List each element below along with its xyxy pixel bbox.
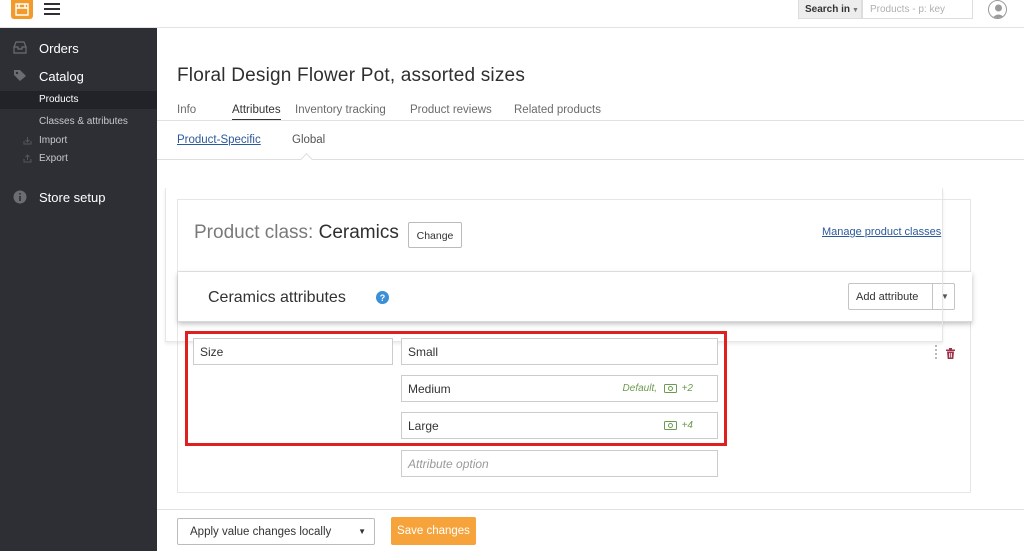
subtab-global[interactable]: Global <box>292 134 325 146</box>
sidebar-item-label: Orders <box>39 41 79 56</box>
page-title: Floral Design Flower Pot, assorted sizes <box>177 65 526 86</box>
import-icon <box>23 136 32 148</box>
subtab-product-specific[interactable]: Product-Specific <box>177 134 261 146</box>
sidebar-item-label: Products <box>39 94 79 105</box>
save-changes-button[interactable]: Save changes <box>391 517 476 545</box>
drag-handle-icon[interactable] <box>935 345 937 359</box>
new-option-placeholder: Attribute option <box>408 457 489 471</box>
search-scope-dropdown[interactable]: Search in ▼ <box>798 0 862 19</box>
sidebar-item-export[interactable]: Export <box>0 150 157 168</box>
hamburger-menu-icon[interactable] <box>44 3 60 15</box>
attribute-row <box>165 188 943 342</box>
search-input[interactable]: Products - p: key <box>862 0 973 19</box>
sidebar-item-label: Catalog <box>39 69 84 84</box>
search-scope-label: Search in <box>805 4 851 15</box>
user-avatar-icon[interactable] <box>988 0 1007 19</box>
sidebar-item-store-setup[interactable]: Store setup <box>0 184 157 212</box>
tab-related-products[interactable]: Related products <box>514 104 601 116</box>
sidebar: Orders Catalog Products Classes & attrib… <box>0 28 157 551</box>
sidebar-item-import[interactable]: Import <box>0 132 157 150</box>
highlight-box <box>185 331 727 446</box>
tabs-divider <box>157 120 1024 121</box>
apply-changes-select[interactable]: Apply value changes locally ▼ <box>177 518 375 545</box>
footer-bar: Apply value changes locally ▼ Save chang… <box>157 509 1024 551</box>
tab-info[interactable]: Info <box>177 104 196 116</box>
export-icon <box>23 154 32 166</box>
trash-icon[interactable] <box>946 346 955 364</box>
sidebar-item-label: Import <box>39 135 68 146</box>
new-attribute-option-input[interactable]: Attribute option <box>401 450 718 477</box>
sidebar-item-label: Export <box>39 153 68 164</box>
chevron-down-icon: ▼ <box>852 7 859 14</box>
tab-product-reviews[interactable]: Product reviews <box>410 104 492 116</box>
store-logo-icon[interactable] <box>11 0 33 19</box>
sidebar-item-catalog[interactable]: Catalog <box>0 63 157 91</box>
top-bar: Search in ▼ Products - p: key <box>0 0 1024 28</box>
search-placeholder: Products - p: key <box>870 4 946 15</box>
info-icon <box>13 190 27 207</box>
tab-attributes[interactable]: Attributes <box>232 104 281 121</box>
main-content: Floral Design Flower Pot, assorted sizes… <box>157 28 1024 551</box>
sidebar-item-classes-attributes[interactable]: Classes & attributes <box>0 113 157 131</box>
inbox-icon <box>13 41 27 57</box>
sidebar-item-label: Store setup <box>39 190 106 205</box>
sidebar-item-orders[interactable]: Orders <box>0 35 157 63</box>
tag-icon <box>13 69 27 85</box>
subtab-pointer <box>300 153 313 166</box>
chevron-down-icon: ▼ <box>358 527 366 536</box>
tab-inventory-tracking[interactable]: Inventory tracking <box>295 104 386 116</box>
sidebar-item-products[interactable]: Products <box>0 91 157 109</box>
apply-changes-value: Apply value changes locally <box>190 526 332 538</box>
sidebar-item-label: Classes & attributes <box>39 116 128 127</box>
subtabs-divider <box>157 159 1024 160</box>
